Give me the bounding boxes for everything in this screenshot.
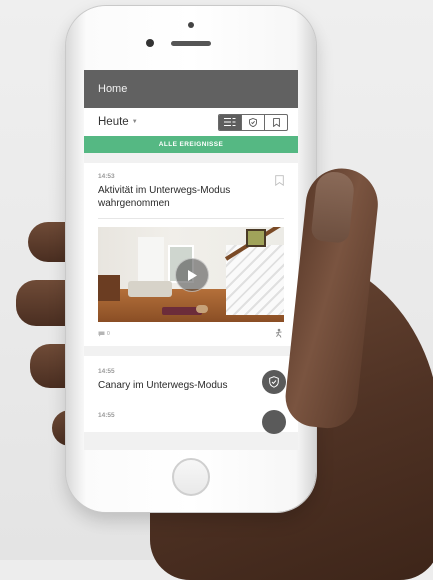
event-title: Canary im Unterwegs-Modus	[98, 380, 228, 391]
front-camera	[146, 39, 154, 47]
app-header: Home	[84, 70, 298, 108]
bookmark-button[interactable]	[275, 173, 284, 191]
proximity-sensor	[188, 22, 194, 28]
video-cat	[196, 305, 208, 313]
motion-button[interactable]	[274, 325, 284, 343]
page-title: Home	[98, 83, 128, 95]
event-meta-row: 0	[98, 328, 284, 340]
comment-count: 0	[107, 331, 110, 337]
filter-row: Heute ▼	[84, 108, 298, 136]
event-badge	[262, 410, 286, 434]
event-title: Aktivität im Unterwegs-Modus wahrgenomme…	[98, 185, 231, 209]
event-feed[interactable]: 14:53 Aktivität im Unterwegs-Modus wahrg…	[84, 153, 298, 450]
period-dropdown[interactable]: Heute ▼	[98, 116, 138, 128]
view-toggle-bookmark[interactable]	[265, 115, 287, 130]
all-events-button[interactable]: ALLE EREIGNISSE	[84, 136, 298, 153]
video-cabinet	[98, 275, 120, 301]
play-button[interactable]	[175, 258, 209, 292]
play-icon	[188, 269, 197, 281]
event-card[interactable]: 14:55 Canary im Unterwegs-Modus	[84, 356, 298, 406]
event-time: 14:55	[98, 412, 115, 419]
comment-icon	[98, 331, 105, 337]
video-sofa	[128, 281, 172, 297]
bookmark-icon	[275, 175, 284, 187]
shield-icon	[249, 117, 257, 127]
phone-device: Home Heute ▼ ALLE EREIGNISSE 14:53 Aktiv…	[66, 6, 316, 512]
event-time: 14:55	[98, 368, 115, 375]
phone-screen: Home Heute ▼ ALLE EREIGNISSE 14:53 Aktiv…	[84, 70, 298, 450]
view-toggle-shield[interactable]	[241, 114, 265, 130]
divider	[98, 218, 284, 219]
period-label: Heute	[98, 116, 129, 128]
comment-button[interactable]: 0	[98, 331, 110, 337]
thumb-nail	[310, 170, 356, 244]
video-picture-frame	[246, 229, 266, 247]
motion-icon	[275, 328, 282, 338]
home-button[interactable]	[172, 458, 210, 496]
event-card[interactable]: 14:55	[84, 406, 298, 434]
event-card[interactable]: 14:53 Aktivität im Unterwegs-Modus wahrg…	[84, 163, 298, 346]
view-toggle-list[interactable]	[219, 114, 241, 130]
earpiece-speaker	[171, 41, 211, 46]
all-events-label: ALLE EREIGNISSE	[158, 141, 224, 148]
chevron-down-icon: ▼	[131, 119, 138, 125]
bookmark-icon	[272, 117, 280, 127]
shield-icon	[269, 376, 279, 388]
event-time: 14:53	[98, 173, 115, 180]
view-toggle	[218, 113, 288, 131]
list-icon	[224, 118, 236, 126]
event-video-thumbnail[interactable]	[98, 227, 284, 322]
away-mode-badge	[262, 370, 286, 394]
